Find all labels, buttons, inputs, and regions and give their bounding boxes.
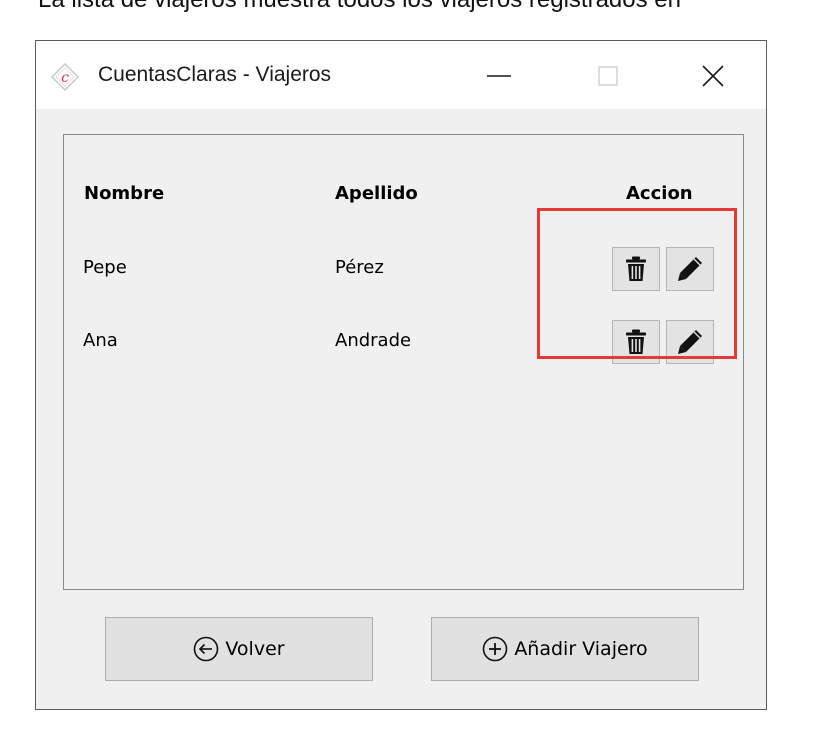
cell-apellido: Pérez: [335, 257, 384, 278]
cuentasclaras-logo-icon: c: [50, 62, 80, 92]
trash-icon: [626, 329, 646, 354]
delete-traveler-button[interactable]: [612, 320, 660, 364]
add-traveler-button-label: Añadir Viajero: [514, 638, 648, 660]
back-button[interactable]: Volver: [105, 617, 373, 681]
arrow-left-circle-icon: [194, 636, 219, 662]
svg-text:c: c: [61, 70, 69, 86]
maximize-button[interactable]: [584, 57, 630, 95]
cell-apellido: Andrade: [335, 330, 412, 351]
column-header-accion: Accion: [626, 183, 693, 204]
title-bar: c CuentasClaras - Viajeros: [36, 41, 766, 109]
minimize-icon: [487, 75, 511, 77]
travelers-panel: Nombre Apellido Accion Pepe Pérez Ana An…: [63, 134, 744, 590]
pencil-icon: [678, 330, 702, 354]
table-row: Pepe Pérez: [64, 247, 743, 291]
plus-circle-icon: [483, 636, 508, 662]
edit-traveler-button[interactable]: [666, 320, 714, 364]
column-header-apellido: Apellido: [335, 183, 418, 204]
close-icon: [702, 65, 724, 87]
app-window: c CuentasClaras - Viajeros Nombre Apelli…: [35, 40, 767, 710]
cell-nombre: Ana: [83, 330, 118, 351]
delete-traveler-button[interactable]: [612, 247, 660, 291]
close-button[interactable]: [690, 57, 736, 95]
minimize-button[interactable]: [476, 57, 522, 95]
document-caption: La lista de viajeros muestra todos los v…: [38, 0, 681, 14]
edit-traveler-button[interactable]: [666, 247, 714, 291]
pencil-icon: [678, 257, 702, 281]
cell-nombre: Pepe: [83, 257, 127, 278]
window-title: CuentasClaras - Viajeros: [98, 63, 332, 86]
table-row: Ana Andrade: [64, 320, 743, 364]
back-button-label: Volver: [225, 638, 285, 660]
column-header-nombre: Nombre: [84, 183, 165, 204]
maximize-icon: [598, 66, 618, 86]
trash-icon: [626, 256, 646, 281]
add-traveler-button[interactable]: Añadir Viajero: [431, 617, 699, 681]
